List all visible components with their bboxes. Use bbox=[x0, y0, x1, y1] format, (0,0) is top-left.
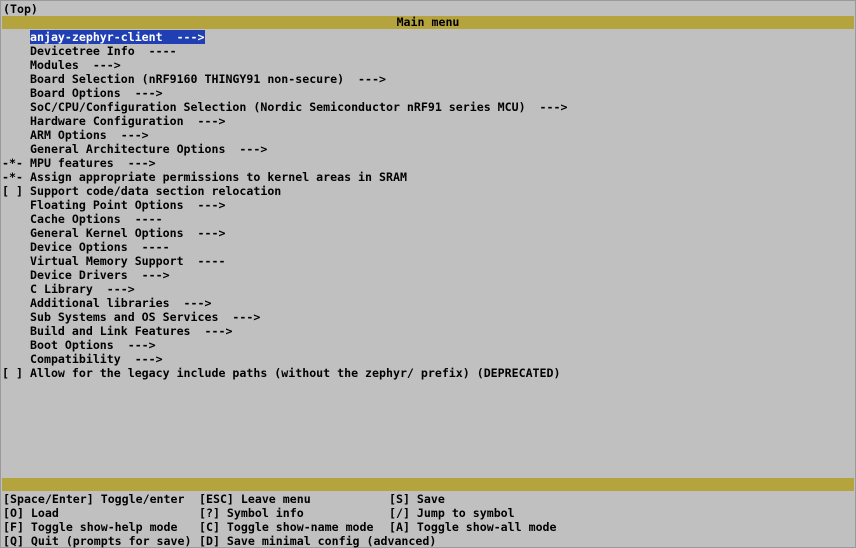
menu-item[interactable]: C Library ---> bbox=[1, 282, 855, 296]
menu-item-label: C Library ---> bbox=[30, 282, 135, 296]
menuconfig-terminal: (Top) Main menu anjay-zephyr-client --->… bbox=[0, 0, 856, 548]
main-menu-list: anjay-zephyr-client ---> Devicetree Info … bbox=[1, 30, 855, 380]
menu-item[interactable]: Build and Link Features ---> bbox=[1, 324, 855, 338]
page-title: Main menu bbox=[2, 16, 854, 29]
menu-item[interactable]: Boot Options ---> bbox=[1, 338, 855, 352]
menu-item[interactable]: Additional libraries ---> bbox=[1, 296, 855, 310]
menu-item[interactable]: Sub Systems and OS Services ---> bbox=[1, 310, 855, 324]
help-hint: [S] Save bbox=[389, 492, 445, 506]
menu-item-label: Boot Options ---> bbox=[30, 338, 156, 352]
menu-item[interactable]: Device Options ---- bbox=[1, 240, 855, 254]
menu-item-label: Support code/data section relocation bbox=[30, 184, 282, 198]
help-hint: [O] Load bbox=[3, 506, 59, 520]
menu-item[interactable]: Cache Options ---- bbox=[1, 212, 855, 226]
help-hint: [F] Toggle show-help mode bbox=[3, 520, 178, 534]
menu-item-label: Floating Point Options ---> bbox=[30, 198, 226, 212]
menu-item[interactable]: -*- MPU features ---> bbox=[1, 156, 855, 170]
menu-item[interactable]: Board Options ---> bbox=[1, 86, 855, 100]
menu-item-label: ARM Options ---> bbox=[30, 128, 149, 142]
checkbox[interactable]: [ ] bbox=[2, 366, 30, 380]
menu-item[interactable]: Hardware Configuration ---> bbox=[1, 114, 855, 128]
help-row: [O] Load [?] Symbol info [/] Jump to symbo… bbox=[1, 506, 855, 520]
menu-item[interactable]: SoC/CPU/Configuration Selection (Nordic … bbox=[1, 100, 855, 114]
menu-item[interactable]: [ ] Allow for the legacy include paths (w… bbox=[1, 366, 855, 380]
keyboard-help: [Space/Enter] Toggle/enter [ESC] Leave me… bbox=[1, 492, 855, 548]
menu-item-label: Modules ---> bbox=[30, 58, 121, 72]
help-hint: [Space/Enter] Toggle/enter bbox=[3, 492, 185, 506]
menu-item-label: Board Options ---> bbox=[30, 86, 163, 100]
menu-item-label: Device Drivers ---> bbox=[30, 268, 170, 282]
menu-item[interactable]: General Architecture Options ---> bbox=[1, 142, 855, 156]
menu-item-label: General Kernel Options ---> bbox=[30, 226, 226, 240]
menu-item-label: Device Options ---- bbox=[30, 240, 170, 254]
forced-option-marker: -*- bbox=[2, 170, 23, 184]
menu-item-label: Hardware Configuration ---> bbox=[30, 114, 226, 128]
help-row: [Q] Quit (prompts for save) [D] Save mini… bbox=[1, 534, 855, 548]
help-row: [F] Toggle show-help mode [C] Toggle show… bbox=[1, 520, 855, 534]
menu-item-label: Compatibility ---> bbox=[30, 352, 163, 366]
menu-item[interactable]: General Kernel Options ---> bbox=[1, 226, 855, 240]
menu-item[interactable]: Board Selection (nRF9160 THINGY91 non-se… bbox=[1, 72, 855, 86]
menu-item-label: Sub Systems and OS Services ---> bbox=[30, 310, 261, 324]
menu-item-label: SoC/CPU/Configuration Selection (Nordic … bbox=[30, 100, 568, 114]
menu-item[interactable]: Virtual Memory Support ---- bbox=[1, 254, 855, 268]
menu-item[interactable]: Devicetree Info ---- bbox=[1, 44, 855, 58]
menu-item-label: Build and Link Features ---> bbox=[30, 324, 233, 338]
checkbox[interactable]: [ ] bbox=[2, 184, 30, 198]
menu-item-label: anjay-zephyr-client ---> bbox=[30, 30, 205, 44]
menu-item[interactable]: ARM Options ---> bbox=[1, 128, 855, 142]
menu-item-label: Allow for the legacy include paths (with… bbox=[30, 366, 561, 380]
menu-item-label: Devicetree Info ---- bbox=[30, 44, 177, 58]
help-hint: [C] Toggle show-name mode bbox=[199, 520, 374, 534]
breadcrumb: (Top) bbox=[3, 2, 38, 16]
menu-item-label: General Architecture Options ---> bbox=[30, 142, 268, 156]
menu-item[interactable]: anjay-zephyr-client ---> bbox=[1, 30, 855, 44]
help-hint: [?] Symbol info bbox=[199, 506, 304, 520]
menu-item-label: Assign appropriate permissions to kernel… bbox=[30, 170, 407, 184]
help-row: [Space/Enter] Toggle/enter [ESC] Leave me… bbox=[1, 492, 855, 506]
menu-item[interactable]: [ ] Support code/data section relocation bbox=[1, 184, 855, 198]
menu-item-label: Virtual Memory Support ---- bbox=[30, 254, 226, 268]
help-hint: [/] Jump to symbol bbox=[389, 506, 515, 520]
help-hint: [ESC] Leave menu bbox=[199, 492, 311, 506]
help-hint: [A] Toggle show-all mode bbox=[389, 520, 557, 534]
help-hint: [Q] Quit (prompts for save) bbox=[3, 534, 192, 548]
bottom-divider-bar bbox=[2, 478, 854, 491]
forced-option-marker: -*- bbox=[2, 156, 23, 170]
menu-item[interactable]: Device Drivers ---> bbox=[1, 268, 855, 282]
menu-item[interactable]: Modules ---> bbox=[1, 58, 855, 72]
help-hint: [D] Save minimal config (advanced) bbox=[199, 534, 437, 548]
menu-item-label: Board Selection (nRF9160 THINGY91 non-se… bbox=[30, 72, 386, 86]
menu-item-label: Additional libraries ---> bbox=[30, 296, 212, 310]
menu-item-label: MPU features ---> bbox=[30, 156, 156, 170]
menu-item[interactable]: Compatibility ---> bbox=[1, 352, 855, 366]
menu-item-label: Cache Options ---- bbox=[30, 212, 163, 226]
menu-item[interactable]: Floating Point Options ---> bbox=[1, 198, 855, 212]
menu-item[interactable]: -*- Assign appropriate permissions to ker… bbox=[1, 170, 855, 184]
